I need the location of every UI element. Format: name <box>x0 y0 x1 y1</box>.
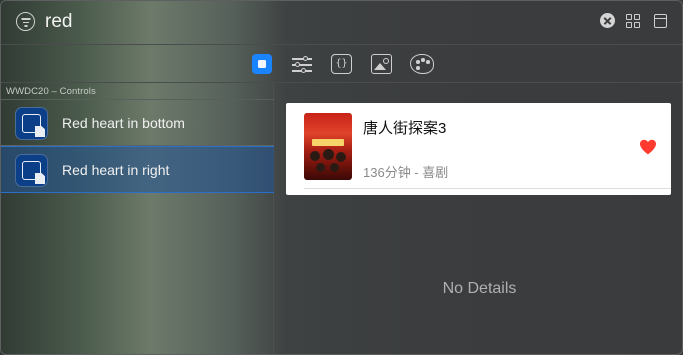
sidebar-item-label: Red heart in right <box>62 162 170 178</box>
heart-icon[interactable] <box>639 139 657 155</box>
preview-tab-icon[interactable] <box>252 54 272 74</box>
control-icon <box>15 154 48 187</box>
empty-state-text: No Details <box>442 280 517 297</box>
movie-title: 唐人街探案3 <box>363 120 447 137</box>
inspector-toolbar: {} <box>1 45 682 83</box>
palette-tab-icon[interactable] <box>410 54 434 74</box>
grid-view-icon[interactable] <box>626 14 640 28</box>
attributes-tab-icon[interactable] <box>291 54 313 74</box>
section-header: WWDC20 – Controls <box>6 86 96 97</box>
detail-pane: 唐人街探案3 136分钟 - 喜剧 No Details <box>275 84 682 354</box>
search-bar <box>1 1 682 45</box>
sidebar-item-label: Red heart in bottom <box>62 115 185 131</box>
app-window: {} WWDC20 – Controls Red heart in bottom… <box>0 0 683 355</box>
window-icon[interactable] <box>654 14 667 28</box>
clear-search-icon[interactable] <box>600 13 615 28</box>
divider <box>304 188 671 189</box>
code-tab-icon[interactable]: {} <box>331 54 352 74</box>
sidebar-item-red-heart-in-right[interactable]: Red heart in right <box>1 146 274 193</box>
preview-card[interactable]: 唐人街探案3 136分钟 - 喜剧 <box>286 103 671 195</box>
movie-subtitle: 136分钟 - 喜剧 <box>363 165 449 180</box>
movie-poster <box>304 113 352 180</box>
filter-search-icon[interactable] <box>16 12 35 31</box>
search-input[interactable] <box>45 9 565 35</box>
sidebar-item-red-heart-in-bottom[interactable]: Red heart in bottom <box>1 100 274 146</box>
image-tab-icon[interactable] <box>371 54 392 74</box>
sidebar: WWDC20 – Controls Red heart in bottom Re… <box>1 84 274 354</box>
control-icon <box>15 107 48 140</box>
